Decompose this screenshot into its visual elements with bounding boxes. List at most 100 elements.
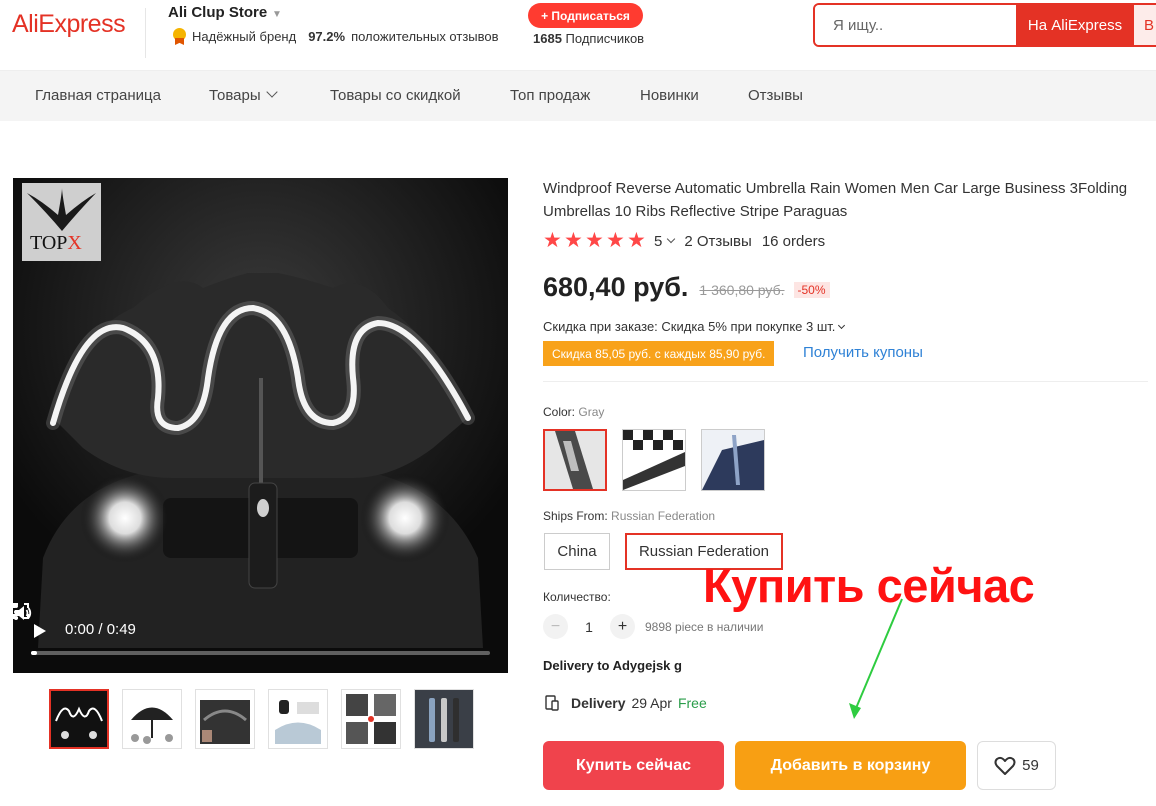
- thumbnail[interactable]: [195, 689, 255, 749]
- more-vertical-icon[interactable]: [13, 603, 19, 621]
- search-aliexpress-button[interactable]: На AliExpress: [1016, 5, 1134, 45]
- promo-line[interactable]: Скидка при заказе: Скидка 5% при покупке…: [543, 319, 846, 334]
- delivery-free: Free: [677, 695, 707, 711]
- rating-value[interactable]: 5: [654, 233, 662, 250]
- delivery-row: Delivery 29 Apr Free: [545, 695, 707, 711]
- header: AliExpress Ali Clup Store ▼ Надёжный бре…: [0, 0, 1156, 70]
- subscribe-button[interactable]: + Подписаться: [528, 3, 643, 28]
- thumbnail[interactable]: [49, 689, 109, 749]
- buy-now-button[interactable]: Купить сейчас: [543, 741, 724, 790]
- get-coupons-link[interactable]: Получить купоны: [803, 344, 923, 361]
- video-progress[interactable]: [31, 651, 490, 655]
- heart-icon: [994, 756, 1016, 775]
- color-value: Gray: [578, 405, 605, 419]
- nav-sale[interactable]: Товары со скидкой: [330, 87, 461, 104]
- thumb-image: [415, 690, 473, 748]
- wishlist-button[interactable]: 59: [977, 741, 1056, 790]
- swatch-image: [545, 431, 605, 489]
- delivery-to[interactable]: Delivery to Adygejsk g: [543, 658, 682, 673]
- subscribers: 1685 Подписчиков: [533, 31, 644, 46]
- search-store-button[interactable]: В: [1134, 5, 1156, 45]
- product-video[interactable]: TOPX 0:00 / 0:49: [13, 178, 508, 673]
- color-label-text: Color:: [543, 405, 576, 419]
- delivery-label: Delivery: [571, 695, 626, 711]
- search-bar: На AliExpress В: [813, 3, 1156, 47]
- color-swatch-checked[interactable]: [622, 429, 686, 491]
- thumb-image: [123, 690, 181, 748]
- trust-label: Надёжный бренд: [192, 29, 297, 44]
- color-swatch-gray[interactable]: [543, 429, 607, 491]
- quantity-label: Количество:: [543, 590, 611, 604]
- nav-home[interactable]: Главная страница: [35, 87, 161, 104]
- wishlist-count: 59: [1022, 757, 1039, 774]
- star-icon: ★: [564, 229, 583, 252]
- thumb-image: [51, 691, 107, 747]
- stock-count: 9898 piece в наличии: [645, 619, 764, 634]
- star-icon: ★: [627, 229, 646, 252]
- store-name[interactable]: Ali Clup Store: [168, 4, 267, 21]
- nav-top[interactable]: Топ продаж: [510, 87, 590, 104]
- thumbnail[interactable]: [122, 689, 182, 749]
- play-icon[interactable]: [34, 624, 46, 638]
- chevron-down-icon[interactable]: [667, 234, 676, 244]
- thumb-image: [196, 690, 254, 748]
- qty-plus-button[interactable]: +: [610, 614, 635, 639]
- topx-logo: TOPX: [22, 183, 101, 261]
- swatch-image: [702, 430, 764, 490]
- color-swatches: [543, 429, 765, 491]
- rating-stars: ★ ★ ★ ★ ★: [543, 229, 647, 252]
- thumbnail[interactable]: [341, 689, 401, 749]
- star-icon: ★: [606, 229, 625, 252]
- thumbnail[interactable]: [268, 689, 328, 749]
- thumb-image: [269, 690, 327, 748]
- divider: [145, 8, 146, 58]
- thumbnail[interactable]: [414, 689, 474, 749]
- medal-icon: [172, 28, 186, 45]
- orders-count: 16 orders: [761, 232, 826, 250]
- caret-down-icon[interactable]: ▼: [272, 9, 282, 20]
- nav-reviews[interactable]: Отзывы: [748, 87, 803, 104]
- annotation-arrow-icon: [849, 598, 903, 719]
- thumbnail-strip: [49, 689, 474, 749]
- qty-value[interactable]: 1: [568, 619, 610, 635]
- topx-text: TOPX: [30, 232, 82, 255]
- store-trust: Надёжный бренд 97.2% положительных отзыв…: [172, 28, 499, 45]
- ships-from-label: Ships From: Russian Federation: [543, 509, 715, 523]
- search-input[interactable]: [815, 5, 1016, 45]
- color-label: Color: Gray: [543, 405, 604, 419]
- price: 680,40 руб.: [543, 272, 689, 302]
- chevron-down-icon: [838, 321, 846, 330]
- color-swatch-blue[interactable]: [701, 429, 765, 491]
- product-title: Windproof Reverse Automatic Umbrella Rai…: [543, 180, 1128, 220]
- ships-value: Russian Federation: [611, 509, 716, 523]
- thumb-image: [342, 690, 400, 748]
- price-row: 680,40 руб. 1 360,80 руб. -50%: [543, 272, 830, 303]
- old-price: 1 360,80 руб.: [699, 281, 785, 298]
- qty-minus-button[interactable]: −: [543, 614, 568, 639]
- ship-option-china[interactable]: China: [544, 533, 610, 570]
- topx-x: X: [67, 232, 82, 254]
- star-icon: ★: [585, 229, 604, 252]
- delivery-date: 29 Apr: [631, 695, 672, 711]
- coupon-tag: Скидка 85,05 руб. с каждых 85,90 руб.: [543, 341, 775, 366]
- video-controls: 0:00 / 0:49: [13, 603, 508, 673]
- swatch-image: [623, 430, 685, 490]
- chevron-down-icon: [265, 86, 278, 98]
- ships-label-text: Ships From:: [543, 509, 608, 523]
- promo-text: Скидка при заказе: Скидка 5% при покупке…: [543, 319, 836, 334]
- discount-badge: -50%: [793, 281, 830, 298]
- video-time: 0:00 / 0:49: [65, 621, 136, 638]
- store-nav: Главная страница Товары Товары со скидко…: [0, 70, 1156, 121]
- aliexpress-logo[interactable]: AliExpress: [12, 10, 126, 39]
- subscribers-count: 1685: [533, 31, 562, 46]
- positive-pct: 97.2%: [308, 29, 346, 44]
- divider: [543, 381, 1148, 382]
- subscribers-label: Подписчиков: [565, 31, 645, 46]
- nav-products[interactable]: Товары: [209, 86, 278, 104]
- reviews-count[interactable]: 2 Отзывы: [684, 233, 751, 250]
- topx-word: TOP: [30, 232, 68, 254]
- add-to-cart-button[interactable]: Добавить в корзину: [735, 741, 966, 790]
- rating-row: ★ ★ ★ ★ ★ 5 2 Отзывы 16 orders: [543, 229, 826, 252]
- star-icon: ★: [543, 229, 562, 252]
- nav-new[interactable]: Новинки: [640, 87, 699, 104]
